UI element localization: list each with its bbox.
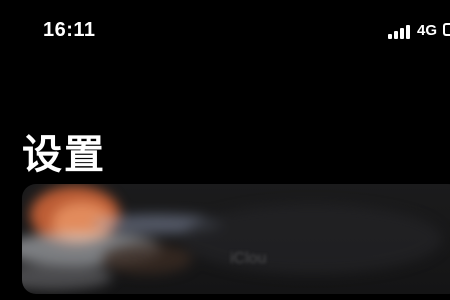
settings-screen: 16:11 4G 设置 iClou (0, 0, 450, 300)
profile-blur (22, 184, 450, 294)
light-streak (22, 264, 112, 290)
battery-icon (443, 23, 450, 36)
profile-card[interactable]: iClou (22, 184, 450, 294)
page-title: 设置 (22, 132, 106, 178)
status-time: 16:11 (43, 19, 96, 41)
dark-shadow (182, 204, 442, 274)
status-bar: 16:11 4G (0, 0, 450, 62)
network-type: 4G (417, 22, 438, 39)
icloud-label: iClou (230, 250, 267, 267)
signal-icon (388, 25, 410, 39)
dark-shadow (102, 244, 192, 274)
